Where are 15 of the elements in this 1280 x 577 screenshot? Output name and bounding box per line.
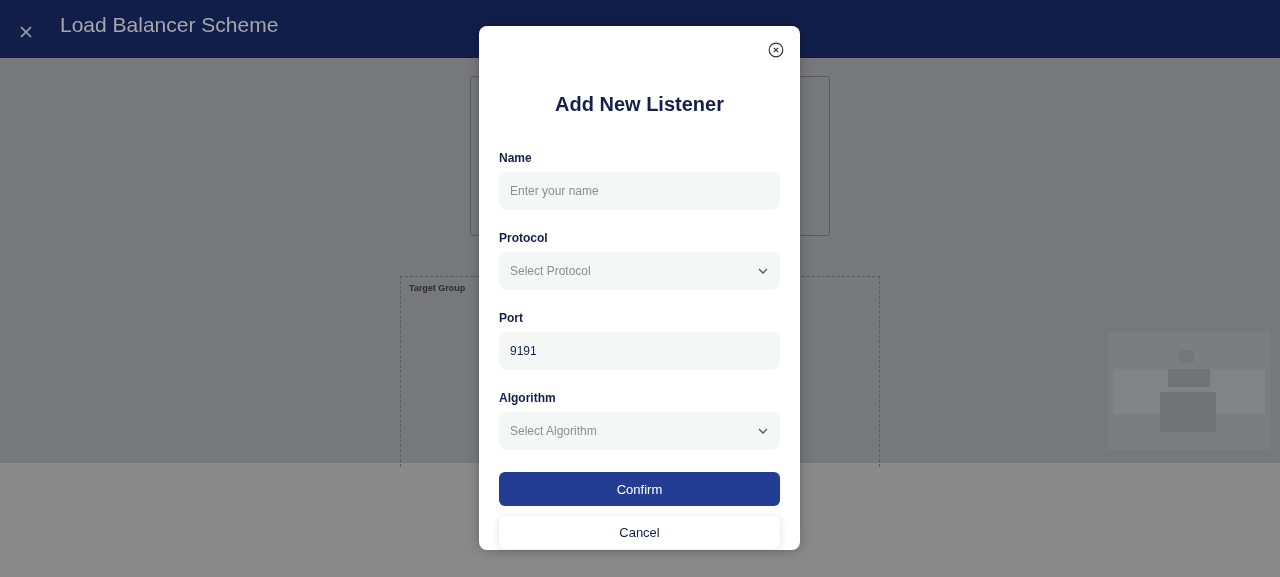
confirm-button[interactable]: Confirm (499, 472, 780, 506)
field-label: Port (499, 311, 524, 325)
chevron-icon (758, 268, 768, 274)
field-label: Algorithm (499, 391, 557, 405)
cancel-button[interactable]: Cancel (499, 516, 780, 549)
input-field[interactable]: 9191 (499, 332, 780, 370)
field-label: Protocol (499, 231, 549, 245)
close-icon[interactable] (20, 26, 32, 38)
field-label: Name (499, 151, 533, 165)
input-field[interactable]: Enter your name (499, 172, 780, 210)
close-icon[interactable] (768, 42, 784, 58)
page-title: Load Balancer Scheme (60, 13, 279, 37)
group-label: Target Group (409, 283, 466, 293)
chevron-icon (758, 428, 768, 434)
dialog-title: Add New Listener (554, 92, 725, 116)
